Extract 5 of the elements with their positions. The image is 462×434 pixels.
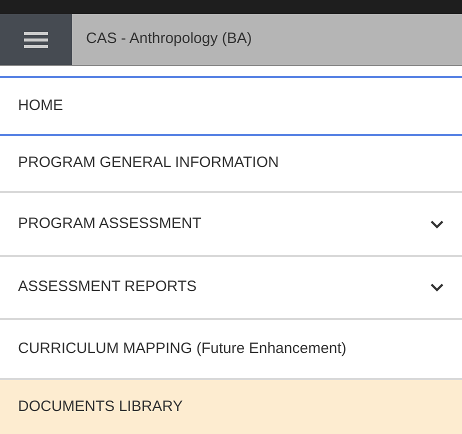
- menu-button[interactable]: [0, 14, 72, 65]
- menu-icon: [24, 32, 48, 48]
- page-title: CAS - Anthropology (BA): [85, 29, 252, 50]
- menu-item[interactable]: HOME: [0, 76, 462, 136]
- menu-item[interactable]: DOCUMENTS LIBRARY: [0, 380, 462, 434]
